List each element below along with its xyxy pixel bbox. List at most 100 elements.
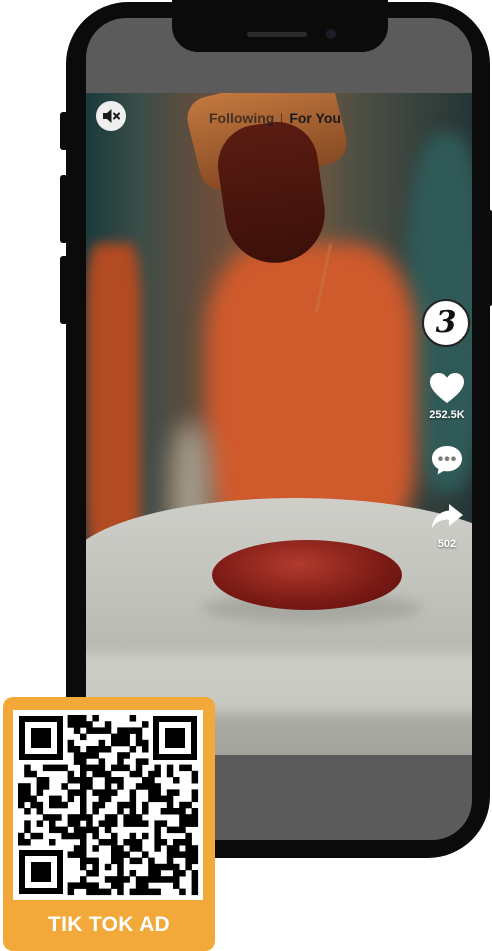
qr-module — [148, 888, 155, 896]
qr-module — [117, 739, 124, 747]
qr-module — [191, 845, 199, 852]
qr-module — [30, 832, 37, 840]
qr-module — [166, 770, 174, 778]
qr-module — [92, 857, 99, 865]
qr-module — [92, 870, 99, 877]
qr-module — [123, 739, 130, 747]
qr-module — [92, 826, 99, 834]
qr-code-image — [18, 715, 199, 896]
qr-module — [104, 721, 112, 728]
qr-module — [129, 814, 137, 821]
qr-module — [154, 870, 161, 877]
qr-module — [148, 870, 155, 877]
qr-module — [18, 795, 25, 803]
share-button[interactable] — [428, 502, 466, 530]
qr-module — [154, 888, 161, 896]
qr-module — [111, 882, 118, 889]
qr-module — [179, 888, 186, 896]
video-player[interactable] — [86, 93, 472, 755]
qr-module — [179, 820, 186, 827]
like-button[interactable] — [428, 372, 466, 405]
qr-module — [36, 783, 44, 790]
qr-module — [98, 888, 106, 896]
qr-module — [129, 857, 137, 865]
tab-for-you[interactable]: For You — [289, 110, 341, 126]
phone-notch — [172, 0, 388, 52]
qr-module — [24, 826, 31, 834]
qr-module — [67, 770, 75, 778]
comment-bubble-icon — [432, 446, 462, 475]
qr-module — [191, 777, 199, 784]
qr-module — [160, 876, 168, 883]
qr-module — [173, 863, 180, 871]
qr-module — [18, 801, 25, 809]
comment-button[interactable] — [428, 444, 466, 476]
qr-module — [123, 876, 130, 883]
qr-module — [154, 839, 161, 846]
qr-module — [80, 733, 87, 741]
qr-module — [111, 764, 118, 772]
qr-module — [104, 820, 112, 827]
qr-module — [166, 863, 174, 871]
qr-module — [135, 876, 143, 883]
qr-module — [80, 882, 87, 889]
qr-module — [123, 801, 130, 809]
qr-module — [86, 870, 93, 877]
qr-module — [49, 814, 56, 821]
qr-module — [73, 826, 81, 834]
qr-module — [98, 801, 106, 809]
qr-module — [104, 814, 112, 821]
background-blur — [86, 243, 141, 563]
qr-module — [117, 876, 124, 883]
qr-module — [185, 851, 192, 858]
qr-module — [142, 876, 149, 883]
qr-module — [135, 814, 143, 821]
qr-module — [160, 839, 168, 846]
qr-module — [86, 814, 93, 821]
qr-module — [73, 715, 81, 722]
feed-tabs: Following For You — [209, 110, 341, 126]
qr-module — [98, 764, 106, 772]
qr-module — [185, 857, 192, 865]
creator-avatar[interactable]: 3 — [422, 299, 470, 347]
qr-module — [67, 882, 75, 889]
qr-module — [24, 789, 31, 796]
qr-module — [173, 882, 180, 889]
qr-module — [142, 758, 149, 765]
qr-module — [129, 870, 137, 877]
qr-card-label: TIK TOK AD — [48, 913, 170, 936]
qr-module — [24, 820, 31, 827]
qr-module — [135, 839, 143, 846]
qr-module — [80, 839, 87, 846]
mute-button[interactable] — [96, 101, 126, 131]
qr-module — [55, 795, 62, 803]
qr-module — [67, 795, 75, 803]
qr-module — [18, 789, 25, 796]
qr-module — [98, 739, 106, 747]
qr-module — [191, 870, 199, 877]
qr-module — [191, 814, 199, 821]
qr-module — [80, 789, 87, 796]
qr-module — [142, 888, 149, 896]
tab-following[interactable]: Following — [209, 110, 274, 126]
qr-module — [160, 808, 168, 815]
qr-module — [123, 814, 130, 821]
qr-module — [92, 752, 99, 759]
qr-module — [142, 746, 149, 753]
qr-module — [80, 876, 87, 883]
qr-module — [142, 808, 149, 815]
qr-module — [92, 882, 99, 889]
qr-module — [18, 839, 25, 846]
qr-module — [80, 777, 87, 784]
qr-module — [86, 826, 93, 834]
qr-module — [18, 783, 25, 790]
qr-module — [80, 857, 87, 865]
qr-module — [191, 851, 199, 858]
qr-code[interactable] — [13, 710, 203, 900]
qr-module — [154, 770, 161, 778]
qr-module — [67, 814, 75, 821]
qr-module — [92, 789, 99, 796]
qr-module — [117, 752, 124, 759]
qr-module — [129, 888, 137, 896]
qr-module — [166, 764, 174, 772]
